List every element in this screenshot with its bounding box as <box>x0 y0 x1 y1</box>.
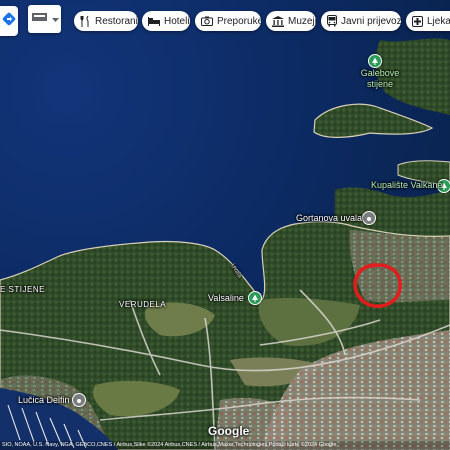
chip-label: Ljekarne <box>427 15 450 27</box>
chip-label: Javni prijevoz <box>341 15 401 27</box>
place-label-kupaliste-valkane[interactable]: Kupalište Valkane <box>371 180 442 191</box>
place-pin-valsaline[interactable] <box>248 291 262 305</box>
place-label-galebove-stijene[interactable]: Galebove stijene <box>358 68 402 90</box>
park-icon <box>251 289 259 307</box>
place-pin-gortanova-uvala[interactable] <box>362 211 376 225</box>
layers-button[interactable] <box>28 5 61 33</box>
google-logo: Google <box>208 424 250 438</box>
place-icon <box>76 391 82 409</box>
directions-arrow-icon <box>2 12 16 31</box>
bus-icon <box>327 15 337 27</box>
place-label-lucica-delfin[interactable]: Lučica Delfin <box>18 395 70 406</box>
chip-label: Muzeji <box>288 15 316 27</box>
museum-icon <box>272 15 284 27</box>
pharmacy-icon <box>412 15 423 27</box>
chip-restaurants[interactable]: Restorani <box>74 11 138 31</box>
chip-label: Preporuke <box>217 15 261 27</box>
directions-button[interactable] <box>0 6 18 36</box>
chip-public-transport[interactable]: Javni prijevoz <box>321 11 401 31</box>
chip-hotels[interactable]: Hoteli <box>142 11 190 31</box>
place-pin-lucica-delfin[interactable] <box>72 393 86 407</box>
chip-label: Hoteli <box>164 15 190 27</box>
chip-recommendations[interactable]: Preporuke <box>195 11 261 31</box>
place-label-valsaline[interactable]: Valsaline <box>208 293 244 304</box>
place-label-gortanova-uvala[interactable]: Gortanova uvala <box>296 213 362 224</box>
fork-knife-icon <box>80 15 91 27</box>
bed-icon <box>148 15 160 27</box>
chip-label: Restorani <box>95 15 138 27</box>
area-label-verudela: VERUDELA <box>119 300 167 309</box>
chip-museums[interactable]: Muzeji <box>266 11 316 31</box>
area-label-stijene: E STIJENE <box>0 285 45 294</box>
place-icon <box>366 209 372 227</box>
chevron-down-icon <box>52 10 59 28</box>
chip-pharmacies[interactable]: Ljekarne <box>406 11 450 31</box>
layers-icon <box>31 10 49 29</box>
camera-icon <box>201 15 213 27</box>
place-pin-galebove-stijene[interactable] <box>368 54 382 68</box>
map-attribution: SIO, NOAA, U.S. Navy, NGA, GEBCO,CNES / … <box>0 441 450 450</box>
